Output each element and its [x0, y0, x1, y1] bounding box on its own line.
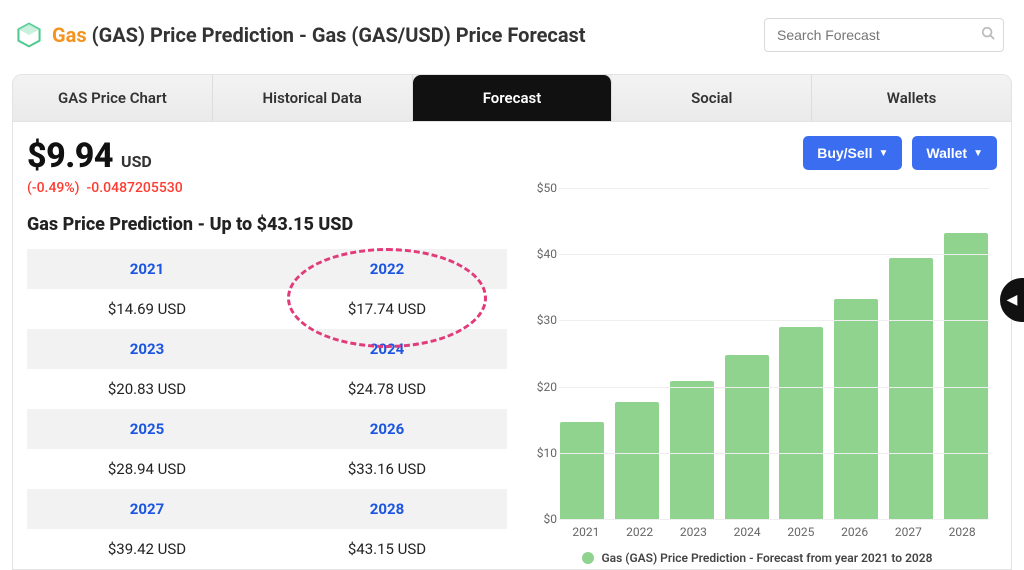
y-tick-label: $30 — [517, 313, 557, 327]
coin-name: Gas — [52, 23, 87, 47]
search-input[interactable] — [777, 27, 981, 43]
year-cell[interactable]: 2022 — [267, 249, 507, 289]
x-tick-label: 2028 — [935, 525, 989, 539]
price-amount: $9.94 — [27, 136, 113, 176]
chevron-down-icon: ▼ — [878, 148, 888, 159]
action-buttons: Buy/Sell ▼ Wallet ▼ — [517, 136, 997, 170]
table-row: 20232024 — [27, 329, 507, 369]
chart-bar[interactable] — [889, 258, 933, 519]
x-tick-label: 2027 — [882, 525, 936, 539]
legend-text: Gas (GAS) Price Prediction - Forecast fr… — [602, 551, 933, 565]
year-cell[interactable]: 2021 — [27, 249, 267, 289]
year-cell[interactable]: 2025 — [27, 409, 267, 449]
y-tick-label: $0 — [517, 512, 557, 526]
y-tick-label: $50 — [517, 181, 557, 195]
price-change-pct: (-0.49%) — [27, 180, 80, 196]
chart-bar[interactable] — [944, 233, 988, 519]
price-currency: USD — [121, 152, 152, 171]
year-cell[interactable]: 2026 — [267, 409, 507, 449]
tabs: GAS Price Chart Historical Data Forecast… — [12, 74, 1012, 121]
year-cell[interactable]: 2023 — [27, 329, 267, 369]
wallet-button[interactable]: Wallet ▼ — [912, 136, 997, 170]
y-tick-label: $10 — [517, 446, 557, 460]
table-row: 20252026 — [27, 409, 507, 449]
tab-historical-data[interactable]: Historical Data — [213, 75, 413, 121]
value-cell: $43.15 USD — [267, 529, 507, 569]
tab-social[interactable]: Social — [612, 75, 812, 121]
table-row: $14.69 USD$17.74 USD — [27, 289, 507, 329]
left-column: $9.94 USD (-0.49%) -0.0487205530 Gas Pri… — [27, 136, 507, 569]
table-row: $39.42 USD$43.15 USD — [27, 529, 507, 569]
year-cell[interactable]: 2024 — [267, 329, 507, 369]
chart-x-labels: 20212022202320242025202620272028 — [559, 525, 989, 539]
chart-bar[interactable] — [615, 402, 659, 519]
value-cell: $33.16 USD — [267, 449, 507, 489]
title-block: Gas (GAS) Price Prediction - Gas (GAS/US… — [16, 22, 586, 48]
prediction-title: Gas Price Prediction - Up to $43.15 USD — [27, 214, 507, 235]
value-cell: $39.42 USD — [27, 529, 267, 569]
forecast-chart: $50$40$30$20$10$0 2021202220232024202520… — [517, 184, 997, 569]
chart-bar[interactable] — [779, 327, 823, 519]
year-cell[interactable]: 2027 — [27, 489, 267, 529]
value-cell: $20.83 USD — [27, 369, 267, 409]
price-change-abs: -0.0487205530 — [87, 180, 183, 196]
gas-logo-icon — [16, 22, 42, 48]
x-tick-label: 2022 — [613, 525, 667, 539]
table-row: $20.83 USD$24.78 USD — [27, 369, 507, 409]
x-tick-label: 2025 — [774, 525, 828, 539]
search-box[interactable] — [764, 18, 1004, 52]
y-tick-label: $20 — [517, 380, 557, 394]
table-row: 20212022 — [27, 249, 507, 289]
value-cell: $17.74 USD — [267, 289, 507, 329]
chart-legend: Gas (GAS) Price Prediction - Forecast fr… — [517, 551, 997, 565]
search-icon[interactable] — [981, 26, 995, 44]
x-tick-label: 2023 — [667, 525, 721, 539]
value-cell: $28.94 USD — [27, 449, 267, 489]
right-column: Buy/Sell ▼ Wallet ▼ $50$40$30$20$10$0 20… — [517, 136, 997, 569]
value-cell: $24.78 USD — [267, 369, 507, 409]
tab-forecast[interactable]: Forecast — [413, 75, 613, 121]
price-change: (-0.49%) -0.0487205530 — [27, 180, 507, 196]
page-header: Gas (GAS) Price Prediction - Gas (GAS/US… — [0, 0, 1024, 64]
chart-bar[interactable] — [725, 355, 769, 519]
forecast-panel: $9.94 USD (-0.49%) -0.0487205530 Gas Pri… — [12, 121, 1012, 570]
buy-sell-button[interactable]: Buy/Sell ▼ — [803, 136, 902, 170]
tab-wallets[interactable]: Wallets — [812, 75, 1011, 121]
chart-bar[interactable] — [560, 422, 604, 519]
chart-bars — [559, 188, 989, 519]
title-rest: (GAS) Price Prediction - Gas (GAS/USD) P… — [87, 23, 586, 47]
wallet-label: Wallet — [926, 145, 967, 161]
x-tick-label: 2021 — [559, 525, 613, 539]
tab-gas-price-chart[interactable]: GAS Price Chart — [13, 75, 213, 121]
page-title: Gas (GAS) Price Prediction - Gas (GAS/US… — [52, 23, 586, 47]
x-tick-label: 2024 — [720, 525, 774, 539]
price-row: $9.94 USD — [27, 136, 507, 176]
prediction-table: 20212022$14.69 USD$17.74 USD20232024$20.… — [27, 249, 507, 569]
year-cell[interactable]: 2028 — [267, 489, 507, 529]
chevron-down-icon: ▼ — [973, 148, 983, 159]
legend-dot-icon — [582, 552, 594, 564]
x-tick-label: 2026 — [828, 525, 882, 539]
y-tick-label: $40 — [517, 247, 557, 261]
value-cell: $14.69 USD — [27, 289, 267, 329]
chart-grid: $50$40$30$20$10$0 — [559, 188, 989, 519]
buy-sell-label: Buy/Sell — [817, 145, 872, 161]
chart-bar[interactable] — [834, 299, 878, 519]
table-row: 20272028 — [27, 489, 507, 529]
chart-bar[interactable] — [670, 381, 714, 519]
table-row: $28.94 USD$33.16 USD — [27, 449, 507, 489]
